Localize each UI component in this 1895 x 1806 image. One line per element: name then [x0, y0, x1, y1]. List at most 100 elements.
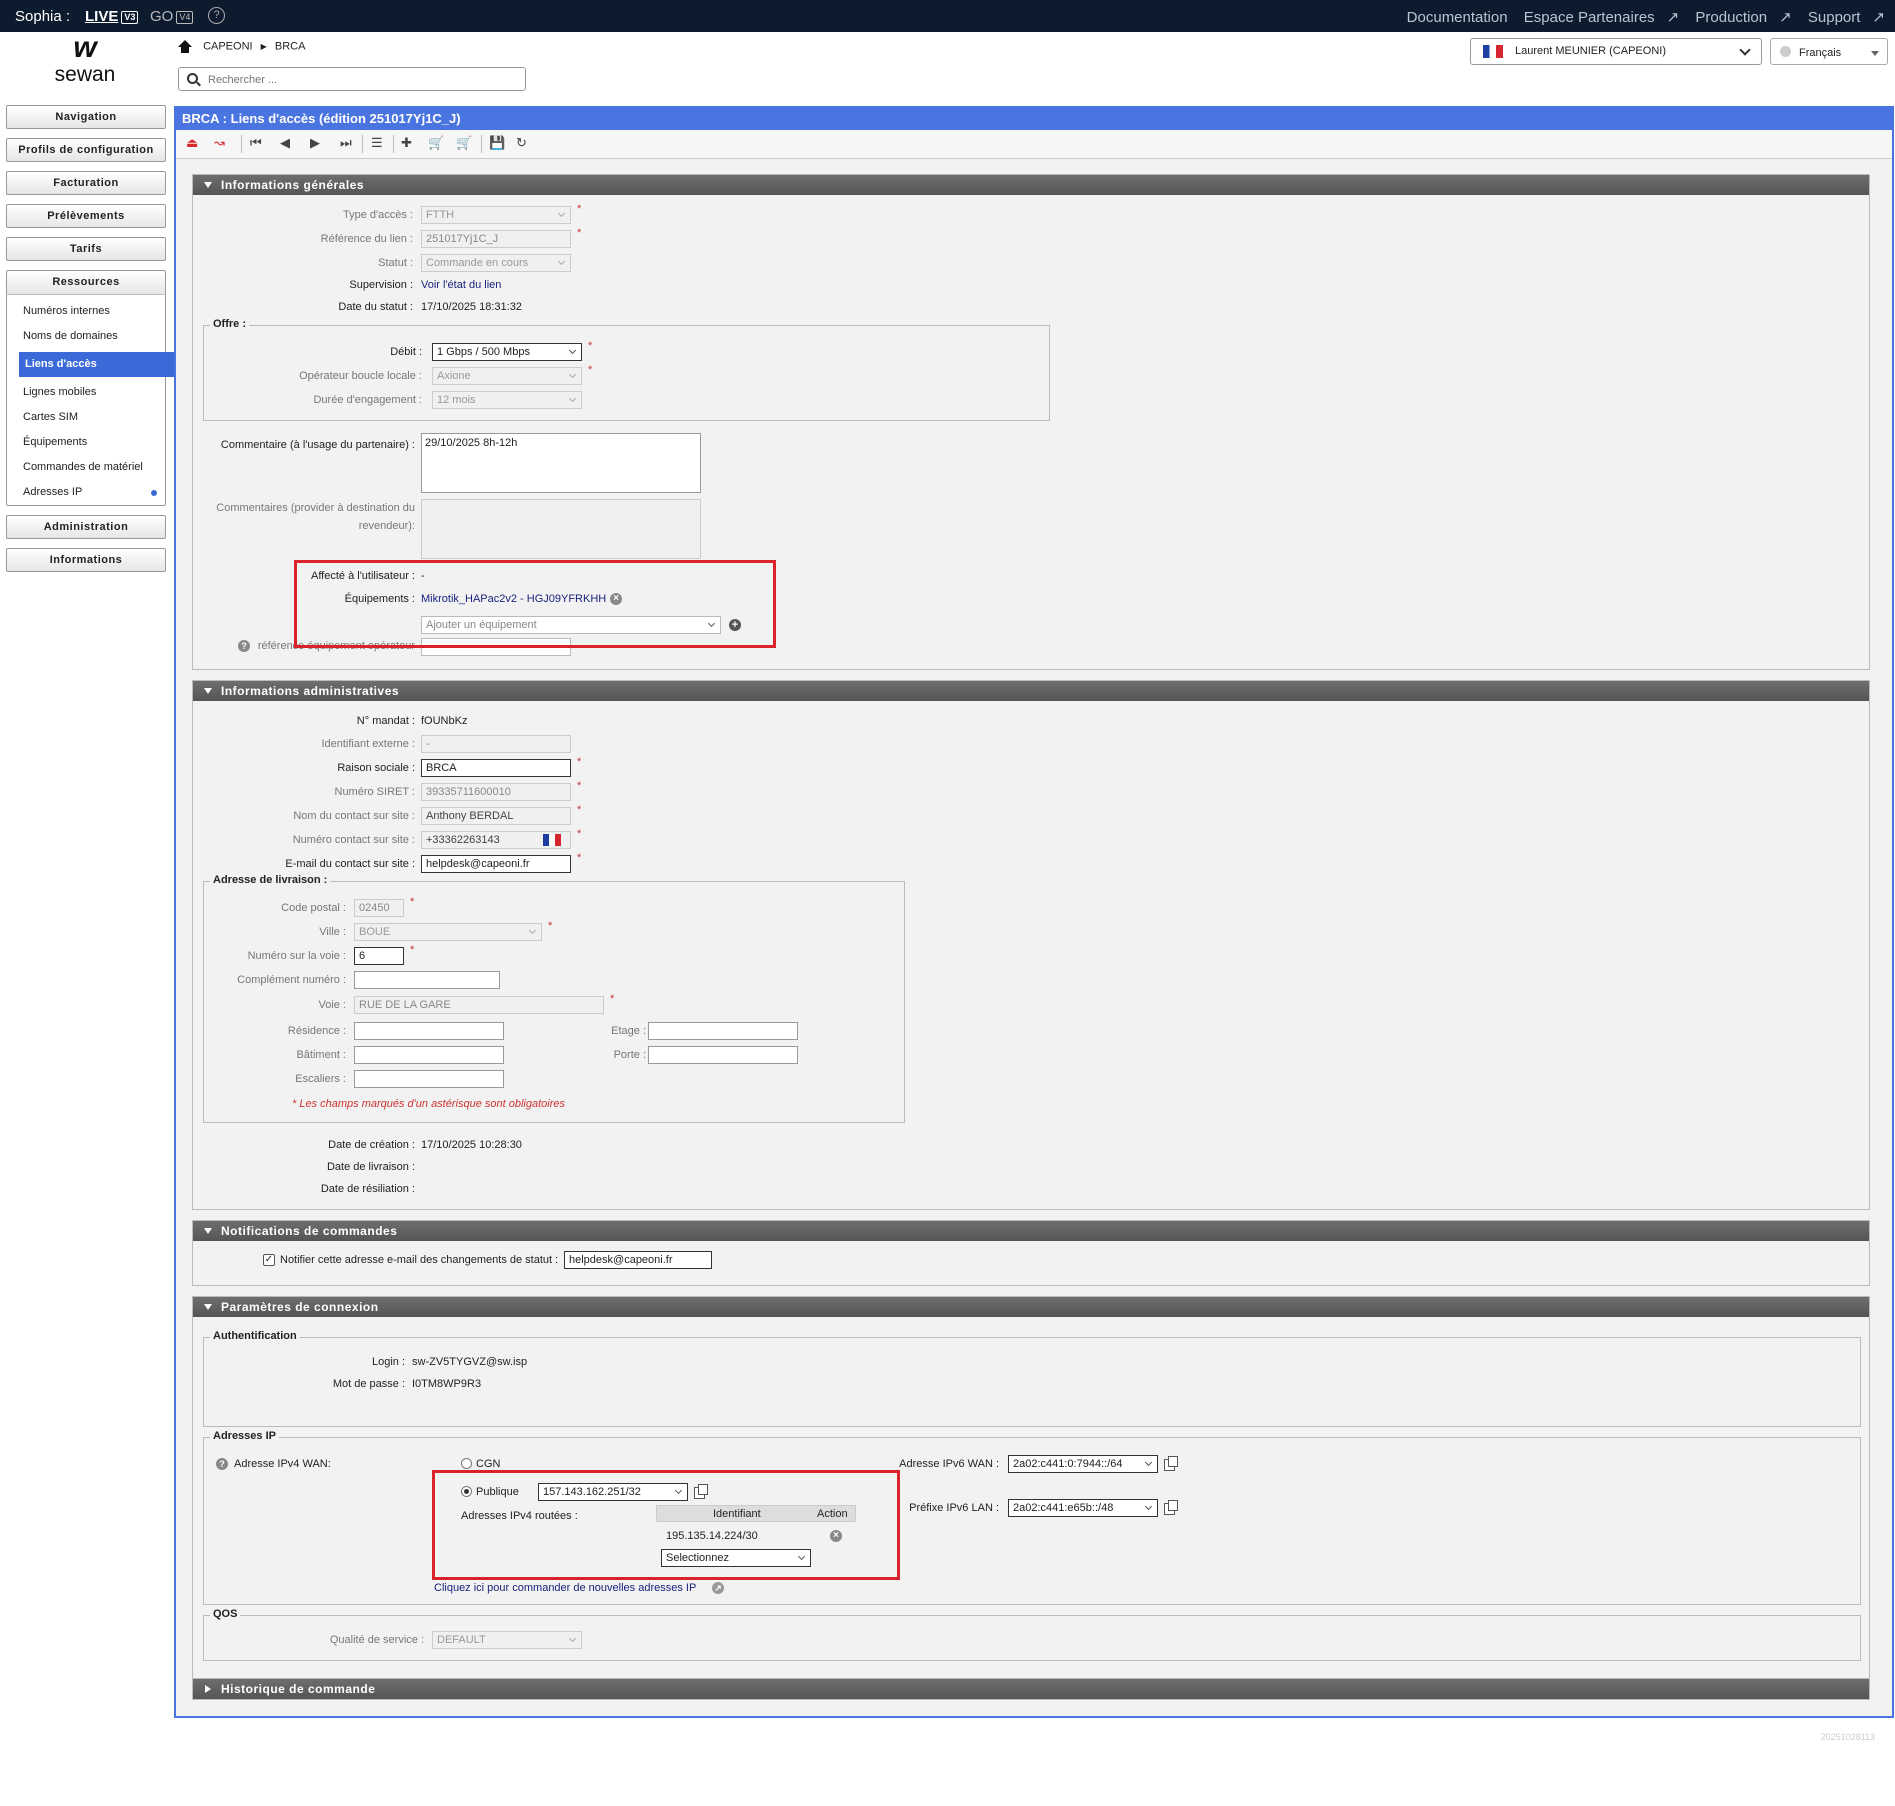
help-icon[interactable]: ?: [216, 1458, 228, 1470]
add-icon[interactable]: ✚: [401, 136, 412, 150]
date-statut-label: Date du statut :: [338, 301, 413, 313]
nav-informations[interactable]: Informations: [6, 548, 166, 572]
operateur-label: Opérateur boucle locale :: [299, 370, 422, 382]
search-box: [178, 67, 526, 91]
ipv6-lan-select[interactable]: 2a02:c441:e65b::/48: [1008, 1499, 1158, 1517]
help-icon[interactable]: ?: [208, 7, 225, 24]
etage-input[interactable]: [648, 1022, 798, 1040]
search-icon: [187, 73, 198, 84]
refresh-icon[interactable]: ↻: [516, 136, 527, 150]
sidebar-item-cartes-sim[interactable]: Cartes SIM: [7, 405, 165, 430]
external-link-icon[interactable]: ↗: [712, 1582, 724, 1594]
support-link[interactable]: Support: [1808, 9, 1861, 26]
toolbar-divider: [241, 135, 242, 153]
save-icon[interactable]: 💾: [489, 136, 505, 150]
terminate-icon[interactable]: ↝: [214, 136, 225, 150]
adresse-fieldset: Adresse de livraison : Code postal : 024…: [203, 874, 905, 1123]
notify-email-input[interactable]: helpdesk@capeoni.fr: [564, 1251, 712, 1269]
main-panel: BRCA : Liens d'accès (édition 251017Yj1C…: [174, 106, 1894, 1718]
required-marker: *: [577, 780, 582, 792]
partner-space-link[interactable]: Espace Partenaires: [1524, 9, 1655, 26]
order-ip-link[interactable]: Cliquez ici pour commander de nouvelles …: [434, 1582, 696, 1594]
complement-input[interactable]: [354, 971, 500, 989]
adresse-legend: Adresse de livraison :: [210, 874, 331, 886]
section-header-general[interactable]: Informations générales: [193, 175, 1869, 195]
home-icon[interactable]: [178, 40, 192, 53]
section-header-notif[interactable]: Notifications de commandes: [193, 1221, 1869, 1241]
nav-navigation[interactable]: Navigation: [6, 105, 166, 129]
copy-icon[interactable]: [1164, 1456, 1178, 1471]
debit-select[interactable]: 1 Gbps / 500 Mbps: [432, 343, 582, 361]
complement-label: Complément numéro :: [237, 974, 346, 986]
required-marker: *: [577, 828, 582, 840]
eject-icon[interactable]: ⏏: [186, 136, 198, 150]
cart-add-icon[interactable]: 🛒: [428, 136, 444, 150]
numero-voie-input[interactable]: 6: [354, 947, 404, 965]
offre-legend: Offre :: [210, 318, 249, 330]
statut-select: Commande en cours: [421, 254, 571, 272]
language-selector[interactable]: Français: [1770, 38, 1888, 65]
sidebar-item-equipements[interactable]: Équipements: [7, 430, 165, 455]
previous-icon[interactable]: ◀: [280, 136, 290, 150]
breadcrumb-item-brca[interactable]: BRCA: [275, 40, 306, 52]
batiment-input[interactable]: [354, 1046, 504, 1064]
required-marker: *: [577, 852, 582, 864]
notify-checkbox[interactable]: ✓: [263, 1254, 275, 1266]
reference-input: 251017Yj1C_J: [421, 230, 571, 248]
cgn-radio[interactable]: [461, 1458, 472, 1469]
list-icon[interactable]: ☰: [371, 136, 383, 150]
section-history: Historique de commande: [192, 1678, 1870, 1700]
code-postal-input: 02450: [354, 899, 404, 917]
escaliers-input[interactable]: [354, 1070, 504, 1088]
nav-facturation[interactable]: Facturation: [6, 171, 166, 195]
nav-administration[interactable]: Administration: [6, 515, 166, 539]
sidebar-item-commandes-materiel[interactable]: Commandes de matériel: [7, 455, 165, 480]
caret-down-icon: [1871, 51, 1879, 56]
email-input[interactable]: helpdesk@capeoni.fr: [421, 855, 571, 873]
cart-remove-icon[interactable]: 🛒: [456, 136, 472, 150]
raison-sociale-input[interactable]: BRCA: [421, 759, 571, 777]
type-acces-label: Type d'accès :: [343, 209, 413, 221]
section-header-conn[interactable]: Paramètres de connexion: [193, 1297, 1869, 1317]
documentation-link[interactable]: Documentation: [1407, 9, 1508, 26]
next-icon[interactable]: ▶: [310, 136, 320, 150]
nav-ressources[interactable]: Ressources: [7, 271, 165, 295]
residence-label: Résidence :: [287, 1025, 346, 1037]
auth-legend: Authentification: [210, 1330, 300, 1342]
password-value: I0TM8WP9R3: [412, 1378, 482, 1390]
ipv6-wan-select[interactable]: 2a02:c441:0:7944::/64: [1008, 1455, 1158, 1473]
live-v3-link[interactable]: LIVE V3: [85, 8, 139, 25]
nav-tarifs[interactable]: Tarifs: [6, 237, 166, 261]
required-marker: *: [410, 896, 415, 908]
required-marker: *: [588, 364, 593, 376]
voie-label: Voie :: [318, 999, 346, 1011]
sidebar-item-liens-acces[interactable]: Liens d'accès: [19, 352, 175, 377]
sidebar-item-domaines[interactable]: Noms de domaines: [7, 324, 165, 349]
offre-fieldset: Offre : Débit : 1 Gbps / 500 Mbps * Opér…: [203, 318, 1050, 421]
sewan-logo[interactable]: w sewan: [45, 32, 125, 94]
supervision-link[interactable]: Voir l'état du lien: [421, 279, 501, 291]
commentaire-textarea[interactable]: 29/10/2025 8h-12h: [421, 433, 701, 493]
section-header-admin[interactable]: Informations administratives: [193, 681, 1869, 701]
copy-icon[interactable]: [1164, 1500, 1178, 1515]
toolbar-divider: [393, 135, 394, 153]
sidebar-item-numeros[interactable]: Numéros internes: [7, 299, 165, 324]
sidebar-item-adresses-ip[interactable]: Adresses IP: [7, 480, 165, 505]
residence-input[interactable]: [354, 1022, 504, 1040]
section-header-history[interactable]: Historique de commande: [193, 1679, 1869, 1699]
production-link[interactable]: Production: [1695, 9, 1767, 26]
porte-input[interactable]: [648, 1046, 798, 1064]
contact-input[interactable]: Anthony BERDAL: [421, 807, 571, 825]
last-icon[interactable]: ⏭: [340, 136, 352, 150]
breadcrumb-item-capeoni[interactable]: CAPEONI: [203, 40, 253, 52]
nav-profils[interactable]: Profils de configuration: [6, 138, 166, 162]
qos-fieldset: QOS Qualité de service : DEFAULT: [203, 1608, 1861, 1661]
user-selector[interactable]: Laurent MEUNIER (CAPEONI): [1470, 38, 1762, 65]
sidebar-item-lignes-mobiles[interactable]: Lignes mobiles: [7, 380, 165, 405]
nav-prelevements[interactable]: Prélèvements: [6, 204, 166, 228]
first-icon[interactable]: ⏮: [250, 136, 262, 150]
highlight-box-equipements: [294, 560, 776, 648]
go-v4-link[interactable]: GO V4: [150, 8, 194, 25]
flag-fr-icon[interactable]: [543, 834, 561, 846]
search-input[interactable]: [206, 71, 510, 89]
